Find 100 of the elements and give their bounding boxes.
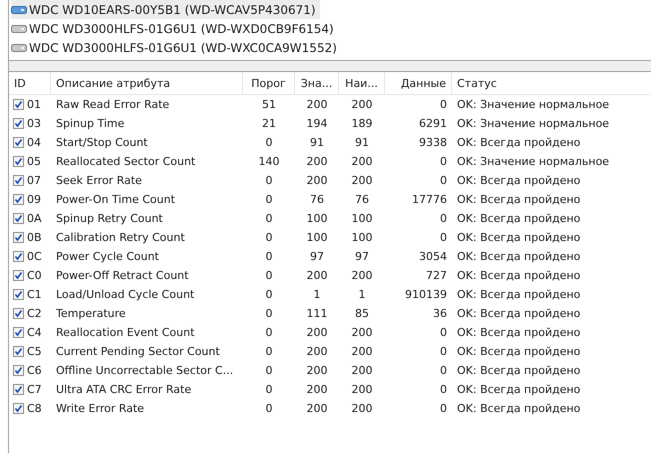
table-cell-text: 0 (264, 307, 274, 320)
checkbox[interactable] (13, 175, 24, 186)
table-cell-text: OK: Значение нормальное (456, 98, 610, 111)
table-cell-text: 97 (309, 250, 325, 263)
table-cell-text: 85 (354, 307, 370, 320)
table-cell-text: 100 (306, 212, 328, 225)
table-cell-text: 100 (306, 231, 328, 244)
table-cell-text: 0 (439, 345, 448, 358)
table-cell-text: Start/Stop Count (55, 136, 149, 149)
table-cell-text: 0 (264, 212, 274, 225)
table-cell-text: 140 (258, 155, 280, 168)
checkbox[interactable] (13, 118, 24, 129)
drive-icon (11, 24, 27, 34)
checkbox[interactable] (13, 251, 24, 262)
table-cell-text: 200 (306, 174, 328, 187)
table-cell-text: 200 (306, 364, 328, 377)
table-cell-text: Offline Uncorrectable Sector C... (55, 364, 234, 377)
checkbox[interactable] (13, 213, 24, 224)
table-cell-text: 200 (350, 326, 374, 339)
table-cell-text: 0 (264, 288, 274, 301)
table-cell-text: Calibration Retry Count (55, 231, 186, 244)
table-cell-text: 200 (350, 364, 374, 377)
checkbox[interactable] (13, 365, 24, 376)
table-cell-text: 0 (439, 212, 448, 225)
table-cell-text: Spinup Retry Count (55, 212, 164, 225)
table-cell-text: Raw Read Error Rate (55, 98, 170, 111)
table-cell-text: 0 (439, 155, 448, 168)
table-cell-text: Current Pending Sector Count (55, 345, 221, 358)
table-cell-text: OK: Всегда пройдено (456, 345, 582, 358)
table-cell-text: 200 (350, 402, 374, 415)
table-cell-text: 200 (306, 269, 328, 282)
checkbox[interactable] (13, 270, 24, 281)
table-cell: 0A (27, 212, 42, 225)
table-cell-text: 0 (439, 383, 448, 396)
table-cell-text: Reallocated Sector Count (55, 155, 196, 168)
table-cell-text: 200 (350, 155, 374, 168)
table-cell-text: Temperature (55, 307, 127, 320)
table-cell: 03 (27, 117, 41, 130)
column-header[interactable]: Зна... (295, 72, 339, 94)
table-cell-text: 0 (264, 231, 274, 244)
checkbox[interactable] (13, 194, 24, 205)
table-cell-text: 200 (350, 98, 374, 111)
drive-item[interactable]: WDC WD3000HLFS-01G6U1 (WD-WXC0CA9W1552) (11, 38, 341, 57)
column-header[interactable]: Порог (243, 72, 295, 94)
table-cell-text: 0 (439, 98, 448, 111)
table-cell-text: 0 (264, 326, 274, 339)
table-cell: C7 (27, 383, 42, 396)
table-cell-text: OK: Значение нормальное (456, 155, 610, 168)
table-cell-text: 0 (264, 364, 274, 377)
column-header[interactable]: Описание атрибута (51, 72, 243, 94)
table-cell: 09 (27, 193, 41, 206)
checkbox[interactable] (13, 156, 24, 167)
checkbox[interactable] (13, 346, 24, 357)
table-cell-text: 100 (350, 212, 374, 225)
table-cell-text: Write Error Rate (55, 402, 146, 415)
table-cell-text: 200 (306, 383, 328, 396)
table-cell-text: 727 (425, 269, 448, 282)
table-cell: 0B (27, 231, 42, 244)
table-cell-text: 200 (350, 174, 374, 187)
checkbox[interactable] (13, 403, 24, 414)
drive-item[interactable]: WDC WD3000HLFS-01G6U1 (WD-WXD0CB9F6154) (11, 19, 338, 38)
table-cell-text: 0 (264, 402, 274, 415)
checkbox[interactable] (13, 289, 24, 300)
table-cell-text: 3054 (418, 250, 448, 263)
column-header[interactable]: Наи... (339, 72, 385, 94)
table-cell-text: 200 (306, 345, 328, 358)
table-cell-text: 91 (309, 136, 325, 149)
table-cell-text: 0 (264, 174, 274, 187)
drive-icon (11, 42, 27, 52)
table-cell-text: 200 (306, 98, 328, 111)
table-cell-text: 100 (350, 231, 374, 244)
checkbox[interactable] (13, 99, 24, 110)
table-cell-text: 0 (264, 193, 274, 206)
table-cell-text: 0 (264, 269, 274, 282)
table-cell-text: Power-Off Retract Count (55, 269, 190, 282)
table-cell-text: 0 (264, 136, 274, 149)
checkbox[interactable] (13, 308, 24, 319)
table-cell-text: 200 (350, 345, 374, 358)
table-cell-text: 76 (309, 193, 325, 206)
table-cell-text: 97 (354, 250, 370, 263)
checkbox[interactable] (13, 327, 24, 338)
checkbox[interactable] (13, 137, 24, 148)
table-cell-text: OK: Всегда пройдено (456, 193, 582, 206)
table-cell-text: 9338 (418, 136, 448, 149)
table-cell: 07 (27, 174, 41, 187)
table-cell: C4 (27, 326, 42, 339)
table-cell-text: 200 (306, 155, 328, 168)
table-cell: C5 (27, 345, 42, 358)
table-cell-text: OK: Всегда пройдено (456, 269, 582, 282)
drive-item[interactable]: WDC WD10EARS-00Y5B1 (WD-WCAV5P430671) (11, 0, 320, 19)
table-cell-text: 200 (306, 326, 328, 339)
checkbox[interactable] (13, 384, 24, 395)
table-cell-text: 111 (306, 307, 328, 320)
table-cell-text: OK: Всегда пройдено (456, 212, 582, 225)
table-cell: 01 (27, 98, 41, 111)
table-cell-text: 194 (306, 117, 328, 130)
column-header[interactable]: ID (9, 72, 51, 94)
checkbox[interactable] (13, 232, 24, 243)
column-header[interactable]: Данные (385, 72, 452, 94)
column-header[interactable]: Статус (452, 72, 651, 94)
